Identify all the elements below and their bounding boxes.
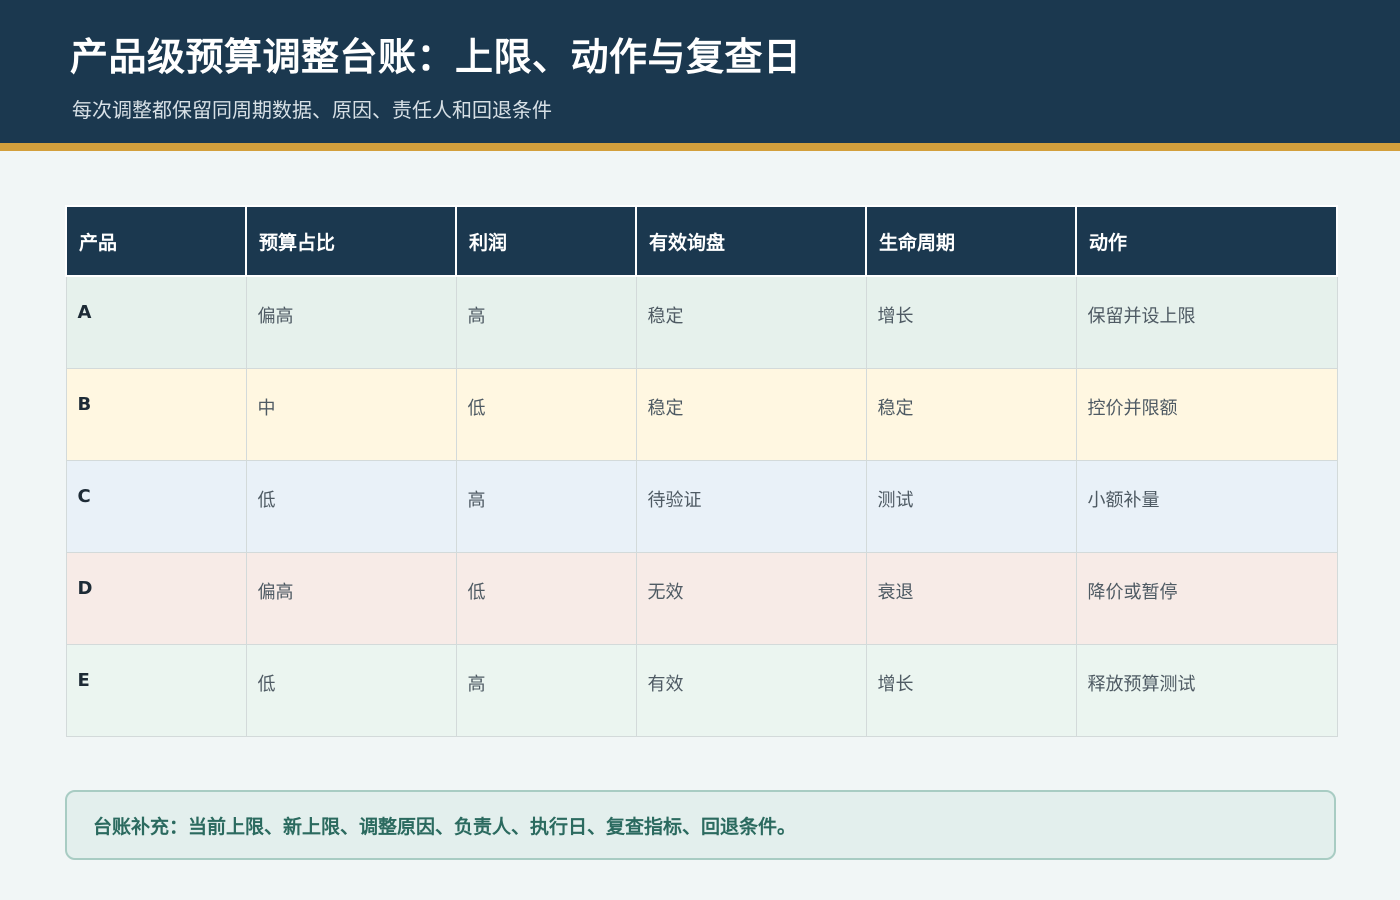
cell-budget-share: 偏高 — [245, 275, 457, 369]
budget-ledger-table: 产品 预算占比 利润 有效询盘 生命周期 动作 A 偏高 高 稳定 增长 保留并… — [65, 205, 1338, 737]
cell-lifecycle: 增长 — [865, 643, 1077, 737]
cell-profit: 低 — [455, 367, 637, 461]
cell-valid-inquiries: 待验证 — [635, 459, 867, 553]
table-row: D 偏高 低 无效 衰退 降价或暂停 — [65, 551, 1338, 645]
cell-valid-inquiries: 有效 — [635, 643, 867, 737]
ledger-note-box: 台账补充：当前上限、新上限、调整原因、负责人、执行日、复查指标、回退条件。 — [65, 790, 1336, 860]
cell-profit: 低 — [455, 551, 637, 645]
table-row: E 低 高 有效 增长 释放预算测试 — [65, 643, 1338, 737]
cell-product: A — [65, 275, 247, 369]
header-banner: 产品级预算调整台账：上限、动作与复查日 每次调整都保留同周期数据、原因、责任人和… — [0, 0, 1400, 143]
cell-action: 小额补量 — [1075, 459, 1338, 553]
cell-action: 降价或暂停 — [1075, 551, 1338, 645]
page-subtitle: 每次调整都保留同周期数据、原因、责任人和回退条件 — [72, 98, 552, 122]
cell-valid-inquiries: 稳定 — [635, 367, 867, 461]
table-row: A 偏高 高 稳定 增长 保留并设上限 — [65, 275, 1338, 369]
cell-product: D — [65, 551, 247, 645]
column-header-lifecycle: 生命周期 — [865, 205, 1077, 277]
column-header-product: 产品 — [65, 205, 247, 277]
cell-lifecycle: 测试 — [865, 459, 1077, 553]
cell-valid-inquiries: 稳定 — [635, 275, 867, 369]
cell-lifecycle: 增长 — [865, 275, 1077, 369]
cell-budget-share: 低 — [245, 643, 457, 737]
cell-product: E — [65, 643, 247, 737]
accent-divider — [0, 143, 1400, 151]
table-row: B 中 低 稳定 稳定 控价并限额 — [65, 367, 1338, 461]
column-header-valid-inquiries: 有效询盘 — [635, 205, 867, 277]
cell-profit: 高 — [455, 643, 637, 737]
cell-budget-share: 低 — [245, 459, 457, 553]
cell-budget-share: 偏高 — [245, 551, 457, 645]
cell-product: C — [65, 459, 247, 553]
column-header-budget-share: 预算占比 — [245, 205, 457, 277]
cell-lifecycle: 衰退 — [865, 551, 1077, 645]
cell-action: 控价并限额 — [1075, 367, 1338, 461]
cell-profit: 高 — [455, 459, 637, 553]
column-header-action: 动作 — [1075, 205, 1338, 277]
table-header-row: 产品 预算占比 利润 有效询盘 生命周期 动作 — [65, 205, 1338, 277]
column-header-profit: 利润 — [455, 205, 637, 277]
cell-action: 释放预算测试 — [1075, 643, 1338, 737]
page-title: 产品级预算调整台账：上限、动作与复查日 — [70, 35, 802, 79]
ledger-note-text: 台账补充：当前上限、新上限、调整原因、负责人、执行日、复查指标、回退条件。 — [93, 816, 797, 838]
table-row: C 低 高 待验证 测试 小额补量 — [65, 459, 1338, 553]
cell-action: 保留并设上限 — [1075, 275, 1338, 369]
cell-valid-inquiries: 无效 — [635, 551, 867, 645]
cell-product: B — [65, 367, 247, 461]
cell-profit: 高 — [455, 275, 637, 369]
cell-budget-share: 中 — [245, 367, 457, 461]
cell-lifecycle: 稳定 — [865, 367, 1077, 461]
